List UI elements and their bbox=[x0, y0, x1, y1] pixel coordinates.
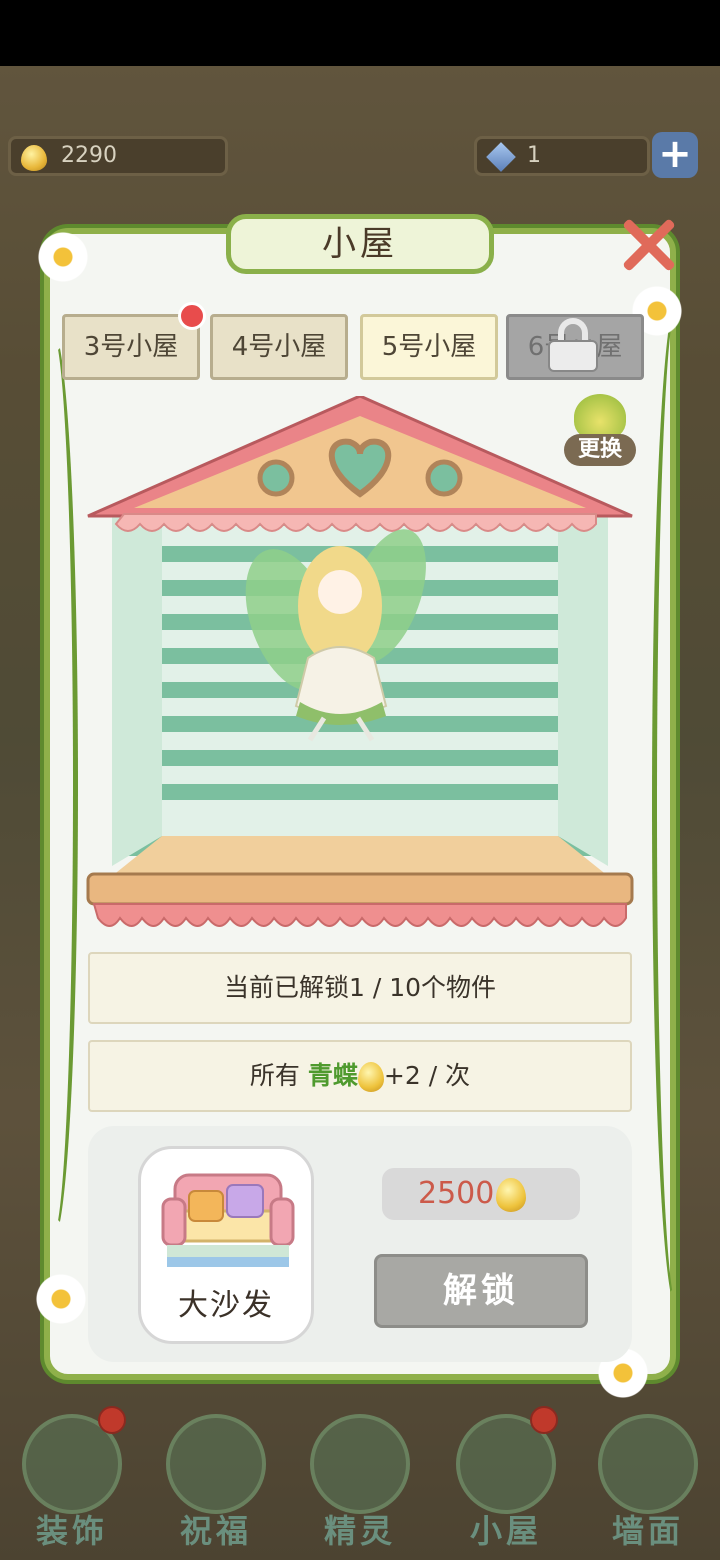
drop-icon bbox=[357, 1062, 384, 1092]
item-name: 大沙发 bbox=[178, 1288, 274, 1323]
fairy-icon bbox=[310, 1414, 410, 1514]
nav-label: 小屋 bbox=[469, 1512, 542, 1550]
unlock-button[interactable]: 解锁 bbox=[374, 1254, 588, 1328]
daisy-flower-icon bbox=[30, 224, 96, 290]
nav-label: 精灵 bbox=[323, 1512, 396, 1550]
notification-dot bbox=[530, 1406, 558, 1434]
gem-icon bbox=[486, 142, 516, 172]
lock-icon bbox=[548, 318, 598, 372]
bonus-highlight: 青蝶 bbox=[307, 1061, 358, 1090]
bell-icon bbox=[598, 1414, 698, 1514]
notification-dot bbox=[98, 1406, 126, 1434]
sofa-icon bbox=[161, 1173, 295, 1267]
vine-left-decoration bbox=[28, 330, 78, 1240]
tab-house-3[interactable]: 3号小屋 bbox=[62, 314, 200, 380]
nav-blessing[interactable]: 祝福 bbox=[156, 1402, 276, 1552]
nav-fairy[interactable]: 精灵 bbox=[300, 1402, 420, 1552]
notification-dot bbox=[178, 302, 206, 330]
tab-house-5[interactable]: 5号小屋 bbox=[360, 314, 498, 380]
gem-counter: 1 bbox=[474, 136, 650, 176]
bonus-info-bar: 所有 青蝶 +2 / 次 bbox=[88, 1040, 632, 1112]
coin-drop-icon bbox=[21, 145, 47, 171]
gem-amount: 1 bbox=[527, 143, 541, 168]
dialog-title: 小屋 bbox=[226, 214, 494, 274]
nav-label: 装饰 bbox=[35, 1512, 108, 1550]
unlock-progress-bar: 当前已解锁1 / 10个物件 bbox=[88, 952, 632, 1024]
price-amount: 2500 bbox=[418, 1176, 495, 1211]
butterfly-icon bbox=[166, 1414, 266, 1514]
nav-wall[interactable]: 墙面 bbox=[588, 1402, 708, 1552]
item-price: 2500 bbox=[382, 1168, 580, 1220]
coin-amount: 2290 bbox=[61, 143, 117, 168]
tab-house-4[interactable]: 4号小屋 bbox=[210, 314, 348, 380]
bonus-prefix: 所有 bbox=[249, 1061, 300, 1090]
coin-counter: 2290 bbox=[8, 136, 228, 176]
drop-icon bbox=[496, 1177, 527, 1212]
add-currency-button[interactable]: + bbox=[652, 132, 698, 178]
nav-label: 祝福 bbox=[179, 1512, 252, 1550]
bonus-suffix: +2 / 次 bbox=[383, 1061, 471, 1090]
daisy-flower-icon bbox=[28, 1266, 94, 1332]
unlock-progress-text: 当前已解锁1 / 10个物件 bbox=[223, 973, 497, 1002]
close-button[interactable] bbox=[620, 216, 676, 272]
vine-right-decoration bbox=[652, 300, 702, 1310]
house-illustration bbox=[86, 396, 634, 927]
nav-label: 墙面 bbox=[611, 1512, 684, 1550]
